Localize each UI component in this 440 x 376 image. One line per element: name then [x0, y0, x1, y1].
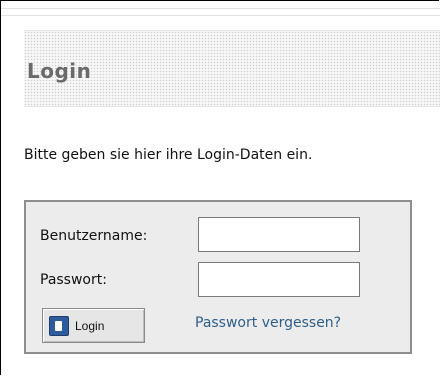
login-button-label: Login: [75, 318, 105, 333]
login-button[interactable]: Login: [42, 308, 145, 343]
username-label: Benutzername:: [40, 228, 148, 244]
top-divider: [1, 8, 440, 9]
login-form: Benutzername: Passwort: Login Passwort v…: [24, 200, 412, 354]
username-input[interactable]: [198, 217, 360, 252]
page-title: Login: [27, 59, 92, 83]
title-bar: Login: [24, 30, 440, 107]
password-input[interactable]: [198, 262, 360, 297]
forgot-password-link[interactable]: Passwort vergessen?: [195, 315, 341, 331]
password-label: Passwort:: [40, 272, 107, 288]
top-divider-inner: [1, 15, 440, 16]
intro-text: Bitte geben sie hier ihre Login-Daten ei…: [24, 147, 313, 163]
login-door-icon: [49, 315, 69, 336]
